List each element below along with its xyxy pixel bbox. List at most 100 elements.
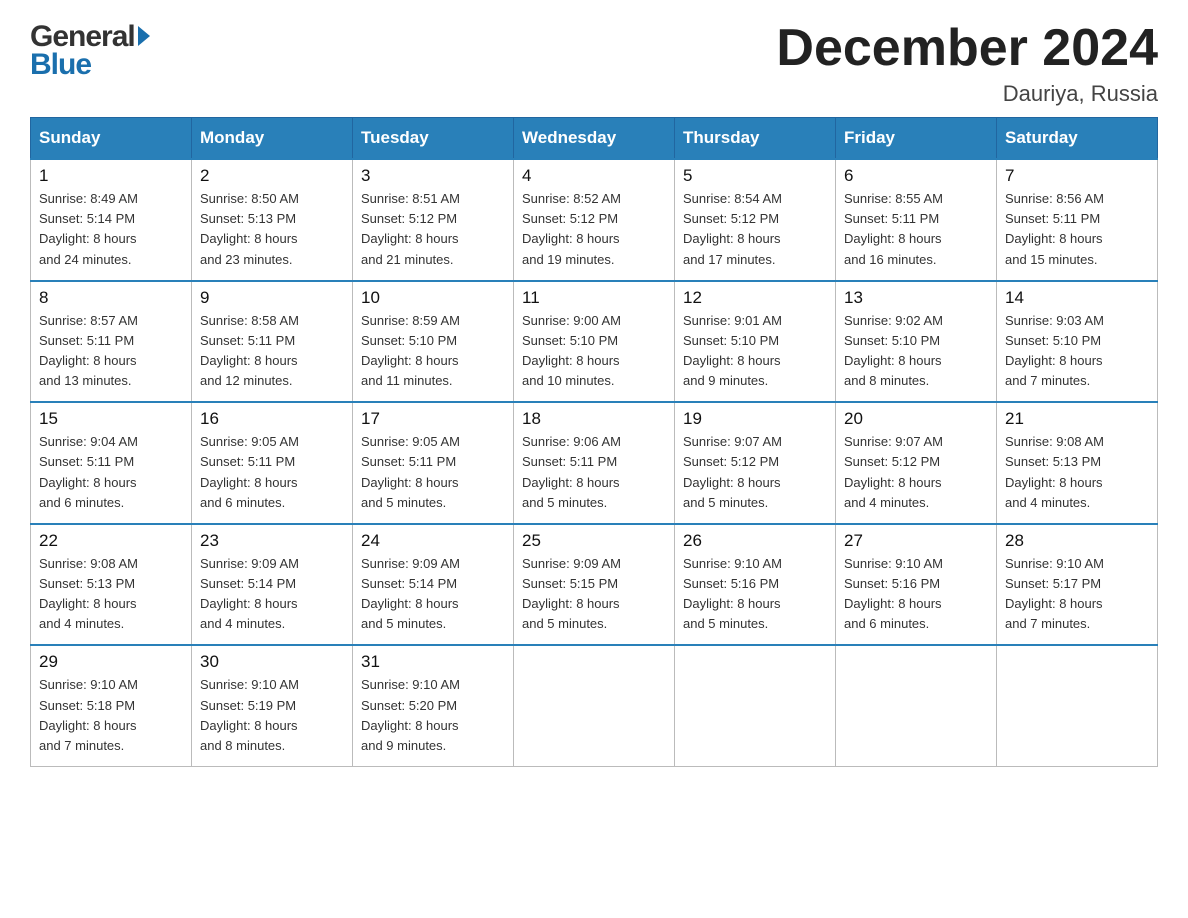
day-number: 29 bbox=[39, 652, 183, 672]
header-row: Sunday Monday Tuesday Wednesday Thursday… bbox=[31, 118, 1158, 160]
day-number: 31 bbox=[361, 652, 505, 672]
day-cell: 25 Sunrise: 9:09 AMSunset: 5:15 PMDaylig… bbox=[514, 524, 675, 646]
day-cell: 8 Sunrise: 8:57 AMSunset: 5:11 PMDayligh… bbox=[31, 281, 192, 403]
day-cell: 18 Sunrise: 9:06 AMSunset: 5:11 PMDaylig… bbox=[514, 402, 675, 524]
day-info: Sunrise: 8:58 AMSunset: 5:11 PMDaylight:… bbox=[200, 311, 344, 392]
day-info: Sunrise: 9:05 AMSunset: 5:11 PMDaylight:… bbox=[200, 432, 344, 513]
day-info: Sunrise: 8:59 AMSunset: 5:10 PMDaylight:… bbox=[361, 311, 505, 392]
day-cell: 22 Sunrise: 9:08 AMSunset: 5:13 PMDaylig… bbox=[31, 524, 192, 646]
page-header: General Blue December 2024 Dauriya, Russ… bbox=[30, 20, 1158, 107]
day-cell: 11 Sunrise: 9:00 AMSunset: 5:10 PMDaylig… bbox=[514, 281, 675, 403]
col-sunday: Sunday bbox=[31, 118, 192, 160]
logo-blue-text: Blue bbox=[30, 48, 150, 82]
day-cell: 23 Sunrise: 9:09 AMSunset: 5:14 PMDaylig… bbox=[192, 524, 353, 646]
day-cell: 15 Sunrise: 9:04 AMSunset: 5:11 PMDaylig… bbox=[31, 402, 192, 524]
day-info: Sunrise: 9:10 AMSunset: 5:16 PMDaylight:… bbox=[683, 554, 827, 635]
day-number: 21 bbox=[1005, 409, 1149, 429]
col-wednesday: Wednesday bbox=[514, 118, 675, 160]
day-cell: 6 Sunrise: 8:55 AMSunset: 5:11 PMDayligh… bbox=[836, 159, 997, 281]
day-cell: 16 Sunrise: 9:05 AMSunset: 5:11 PMDaylig… bbox=[192, 402, 353, 524]
col-tuesday: Tuesday bbox=[353, 118, 514, 160]
day-number: 5 bbox=[683, 166, 827, 186]
day-number: 16 bbox=[200, 409, 344, 429]
day-cell: 24 Sunrise: 9:09 AMSunset: 5:14 PMDaylig… bbox=[353, 524, 514, 646]
day-cell: 4 Sunrise: 8:52 AMSunset: 5:12 PMDayligh… bbox=[514, 159, 675, 281]
day-number: 10 bbox=[361, 288, 505, 308]
day-number: 26 bbox=[683, 531, 827, 551]
day-number: 22 bbox=[39, 531, 183, 551]
day-cell: 9 Sunrise: 8:58 AMSunset: 5:11 PMDayligh… bbox=[192, 281, 353, 403]
day-info: Sunrise: 9:06 AMSunset: 5:11 PMDaylight:… bbox=[522, 432, 666, 513]
day-info: Sunrise: 9:10 AMSunset: 5:18 PMDaylight:… bbox=[39, 675, 183, 756]
day-number: 7 bbox=[1005, 166, 1149, 186]
day-info: Sunrise: 9:10 AMSunset: 5:20 PMDaylight:… bbox=[361, 675, 505, 756]
day-cell: 29 Sunrise: 9:10 AMSunset: 5:18 PMDaylig… bbox=[31, 645, 192, 766]
day-number: 2 bbox=[200, 166, 344, 186]
day-number: 17 bbox=[361, 409, 505, 429]
day-cell: 31 Sunrise: 9:10 AMSunset: 5:20 PMDaylig… bbox=[353, 645, 514, 766]
day-info: Sunrise: 8:57 AMSunset: 5:11 PMDaylight:… bbox=[39, 311, 183, 392]
day-cell: 14 Sunrise: 9:03 AMSunset: 5:10 PMDaylig… bbox=[997, 281, 1158, 403]
day-info: Sunrise: 9:10 AMSunset: 5:17 PMDaylight:… bbox=[1005, 554, 1149, 635]
day-info: Sunrise: 9:10 AMSunset: 5:19 PMDaylight:… bbox=[200, 675, 344, 756]
col-saturday: Saturday bbox=[997, 118, 1158, 160]
day-cell: 20 Sunrise: 9:07 AMSunset: 5:12 PMDaylig… bbox=[836, 402, 997, 524]
calendar-table: Sunday Monday Tuesday Wednesday Thursday… bbox=[30, 117, 1158, 767]
day-info: Sunrise: 9:03 AMSunset: 5:10 PMDaylight:… bbox=[1005, 311, 1149, 392]
day-number: 3 bbox=[361, 166, 505, 186]
day-info: Sunrise: 9:07 AMSunset: 5:12 PMDaylight:… bbox=[844, 432, 988, 513]
day-number: 23 bbox=[200, 531, 344, 551]
day-info: Sunrise: 9:09 AMSunset: 5:15 PMDaylight:… bbox=[522, 554, 666, 635]
day-cell bbox=[514, 645, 675, 766]
day-info: Sunrise: 8:49 AMSunset: 5:14 PMDaylight:… bbox=[39, 189, 183, 270]
day-number: 4 bbox=[522, 166, 666, 186]
day-number: 12 bbox=[683, 288, 827, 308]
day-number: 19 bbox=[683, 409, 827, 429]
day-cell: 17 Sunrise: 9:05 AMSunset: 5:11 PMDaylig… bbox=[353, 402, 514, 524]
day-number: 25 bbox=[522, 531, 666, 551]
week-row-3: 15 Sunrise: 9:04 AMSunset: 5:11 PMDaylig… bbox=[31, 402, 1158, 524]
day-cell: 13 Sunrise: 9:02 AMSunset: 5:10 PMDaylig… bbox=[836, 281, 997, 403]
month-title: December 2024 bbox=[776, 20, 1158, 77]
col-monday: Monday bbox=[192, 118, 353, 160]
location-label: Dauriya, Russia bbox=[776, 81, 1158, 107]
day-cell: 21 Sunrise: 9:08 AMSunset: 5:13 PMDaylig… bbox=[997, 402, 1158, 524]
title-section: December 2024 Dauriya, Russia bbox=[776, 20, 1158, 107]
day-number: 1 bbox=[39, 166, 183, 186]
day-number: 20 bbox=[844, 409, 988, 429]
day-number: 27 bbox=[844, 531, 988, 551]
week-row-4: 22 Sunrise: 9:08 AMSunset: 5:13 PMDaylig… bbox=[31, 524, 1158, 646]
day-number: 11 bbox=[522, 288, 666, 308]
day-number: 13 bbox=[844, 288, 988, 308]
week-row-1: 1 Sunrise: 8:49 AMSunset: 5:14 PMDayligh… bbox=[31, 159, 1158, 281]
day-info: Sunrise: 9:01 AMSunset: 5:10 PMDaylight:… bbox=[683, 311, 827, 392]
day-info: Sunrise: 9:07 AMSunset: 5:12 PMDaylight:… bbox=[683, 432, 827, 513]
day-cell: 26 Sunrise: 9:10 AMSunset: 5:16 PMDaylig… bbox=[675, 524, 836, 646]
day-cell: 27 Sunrise: 9:10 AMSunset: 5:16 PMDaylig… bbox=[836, 524, 997, 646]
logo-arrow-icon bbox=[138, 26, 150, 46]
day-number: 24 bbox=[361, 531, 505, 551]
day-info: Sunrise: 9:08 AMSunset: 5:13 PMDaylight:… bbox=[39, 554, 183, 635]
day-info: Sunrise: 9:05 AMSunset: 5:11 PMDaylight:… bbox=[361, 432, 505, 513]
day-info: Sunrise: 9:09 AMSunset: 5:14 PMDaylight:… bbox=[361, 554, 505, 635]
day-info: Sunrise: 9:00 AMSunset: 5:10 PMDaylight:… bbox=[522, 311, 666, 392]
col-thursday: Thursday bbox=[675, 118, 836, 160]
day-cell: 2 Sunrise: 8:50 AMSunset: 5:13 PMDayligh… bbox=[192, 159, 353, 281]
day-number: 28 bbox=[1005, 531, 1149, 551]
day-number: 9 bbox=[200, 288, 344, 308]
day-cell bbox=[836, 645, 997, 766]
day-number: 14 bbox=[1005, 288, 1149, 308]
col-friday: Friday bbox=[836, 118, 997, 160]
day-info: Sunrise: 9:04 AMSunset: 5:11 PMDaylight:… bbox=[39, 432, 183, 513]
day-cell: 19 Sunrise: 9:07 AMSunset: 5:12 PMDaylig… bbox=[675, 402, 836, 524]
day-number: 8 bbox=[39, 288, 183, 308]
day-cell: 3 Sunrise: 8:51 AMSunset: 5:12 PMDayligh… bbox=[353, 159, 514, 281]
week-row-2: 8 Sunrise: 8:57 AMSunset: 5:11 PMDayligh… bbox=[31, 281, 1158, 403]
day-cell: 30 Sunrise: 9:10 AMSunset: 5:19 PMDaylig… bbox=[192, 645, 353, 766]
day-number: 15 bbox=[39, 409, 183, 429]
day-info: Sunrise: 8:54 AMSunset: 5:12 PMDaylight:… bbox=[683, 189, 827, 270]
day-cell bbox=[675, 645, 836, 766]
day-cell: 5 Sunrise: 8:54 AMSunset: 5:12 PMDayligh… bbox=[675, 159, 836, 281]
day-info: Sunrise: 9:10 AMSunset: 5:16 PMDaylight:… bbox=[844, 554, 988, 635]
day-number: 30 bbox=[200, 652, 344, 672]
